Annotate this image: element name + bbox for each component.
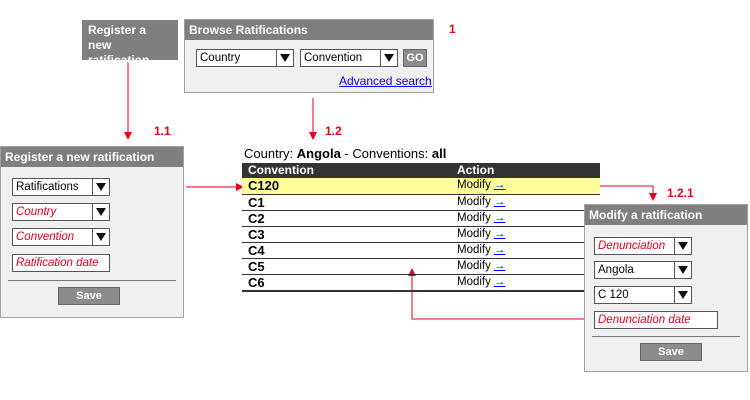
modify-convention-select[interactable]: C 120 [594,286,692,304]
register-panel-title: Register a new ratification [1,147,183,167]
modify-link[interactable]: Modify → [457,178,505,193]
modify-label: Modify [457,228,491,240]
modify-label: Modify [457,196,491,208]
chevron-down-icon [674,287,691,303]
chevron-down-icon [92,229,109,245]
table-row: C4 Modify → [242,243,600,259]
chevron-down-icon [92,179,109,195]
denunciation-date-field[interactable]: Denunciation date [594,311,718,329]
arrow-right-icon: → [493,212,506,224]
chevron-down-icon [674,262,691,278]
convention-cell: C5 [248,259,265,274]
ratification-date-field[interactable]: Ratification date [12,254,110,272]
arrow-right-icon: → [493,244,506,256]
table-row: C3 Modify → [242,227,600,243]
table-header: Convention Action [242,163,600,178]
table-row: C120 Modify → [242,178,600,195]
modify-link[interactable]: Modify → [457,259,505,274]
convention-cell: C4 [248,243,265,258]
register-type-select[interactable]: Ratifications [12,178,110,196]
column-header-convention: Convention [248,163,314,177]
register-ratification-button[interactable]: Register a new ratification [82,20,178,67]
modify-label: Modify [457,276,491,288]
step-number-register: 1.1 [154,124,171,138]
convention-cell: C2 [248,211,265,226]
register-divider [8,280,176,281]
column-header-action: Action [457,163,495,177]
table-row: C2 Modify → [242,211,600,227]
list-heading: Country: Angola - Conventions: all [244,146,446,161]
modify-country-select[interactable]: Angola [594,261,692,279]
chevron-down-icon [380,50,397,66]
convention-cell: C1 [248,195,265,210]
chevron-down-icon [674,238,691,254]
modify-country-value: Angola [598,264,634,276]
browse-convention-select[interactable]: Convention [300,49,398,67]
table-row: C1 Modify → [242,195,600,211]
arrow-right-icon: → [493,276,506,288]
chevron-down-icon [276,50,293,66]
country-value: Angola [296,146,341,161]
modify-label: Modify [457,244,491,256]
browse-panel-title: Browse Ratifications [185,20,433,40]
go-button[interactable]: GO [403,49,427,67]
modify-convention-value: C 120 [598,289,629,301]
country-prefix: Country: [244,146,297,161]
modify-panel-title: Modify a ratification [585,205,747,225]
modify-type-value: Denunciation [598,240,666,252]
register-convention-select[interactable]: Convention [12,228,110,246]
browse-country-select[interactable]: Country [196,49,294,67]
step-number-list: 1.2 [325,124,342,138]
convention-cell: C120 [248,178,280,193]
modify-link[interactable]: Modify → [457,211,505,226]
modify-save-button[interactable]: Save [640,343,702,361]
arrow-right-icon: → [493,179,506,191]
arrow-right-icon: → [493,260,506,272]
modify-link[interactable]: Modify → [457,275,505,290]
register-country-value: Country [16,206,57,218]
arrow-right-icon: → [493,228,506,240]
register-country-select[interactable]: Country [12,203,110,221]
register-save-button[interactable]: Save [58,287,120,305]
conventions-value: all [431,146,447,161]
modify-link[interactable]: Modify → [457,195,505,210]
step-number-browse: 1 [449,22,456,36]
browse-country-value: Country [200,52,241,64]
modify-link[interactable]: Modify → [457,227,505,242]
browse-convention-value: Convention [304,52,363,64]
modify-label: Modify [457,260,491,272]
arrow-right-icon: → [493,196,506,208]
chevron-down-icon [92,204,109,220]
convention-cell: C6 [248,275,265,290]
register-type-value: Ratifications [16,181,79,193]
table-row: C6 Modify → [242,275,600,292]
modify-label: Modify [457,179,491,191]
step-number-modify: 1.2.1 [667,186,694,200]
advanced-search-link[interactable]: Advanced search [339,74,432,88]
register-convention-value: Convention [16,231,75,243]
modify-type-select[interactable]: Denunciation [594,237,692,255]
modify-link[interactable]: Modify → [457,243,505,258]
modify-divider [592,336,740,337]
table-row: C5 Modify → [242,259,600,275]
modify-label: Modify [457,212,491,224]
convention-cell: C3 [248,227,265,242]
conventions-prefix: - Conventions: [340,146,432,161]
